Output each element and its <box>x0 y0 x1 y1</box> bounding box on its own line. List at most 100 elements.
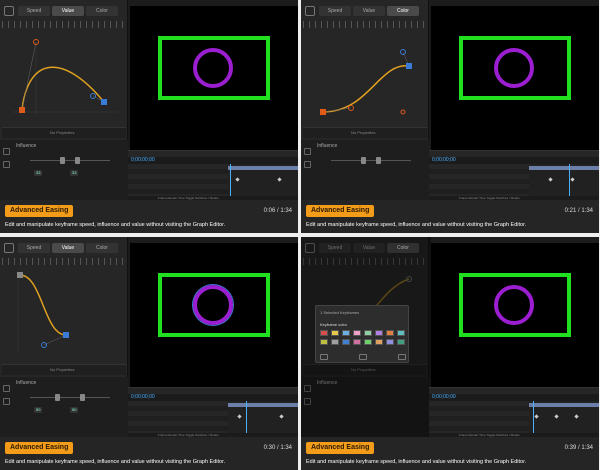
timeline-panel: 0;00;00;00 Frame Render Time Toggle Swit… <box>128 150 298 200</box>
video-frame[interactable]: Speed Value Color No Properties Influenc… <box>0 237 298 437</box>
reset-icon[interactable] <box>320 354 328 360</box>
keyframe-track[interactable] <box>228 164 298 196</box>
influence-label: Influence <box>16 143 37 149</box>
pen-icon[interactable] <box>304 148 311 155</box>
video-frame[interactable]: Speed Value Color No Properties Influenc… <box>301 0 599 200</box>
side-icons <box>304 148 312 188</box>
timeline-timecode: 0;00;00;00 <box>432 157 456 163</box>
video-caption: Advanced Easing 0:06 / 1:34 Edit and man… <box>0 200 298 233</box>
color-swatch[interactable] <box>375 339 383 345</box>
color-swatch[interactable] <box>320 339 328 345</box>
playhead[interactable] <box>569 164 570 196</box>
video-card-4[interactable]: Speed Value Color No Properties Influenc… <box>301 237 599 470</box>
easing-graph[interactable] <box>8 269 120 355</box>
purple-ring-layer <box>193 48 233 88</box>
timeline-timecode: 0;00;00;00 <box>131 157 155 163</box>
color-swatch[interactable] <box>386 339 394 345</box>
stack-icon[interactable] <box>3 398 10 405</box>
influence-panel: Influence <box>301 140 429 200</box>
graph-toolbar: No Properties <box>2 127 126 138</box>
composition-viewer <box>130 243 298 387</box>
feature-description: Edit and manipulate keyframe speed, infl… <box>306 222 527 228</box>
influence-out-field[interactable]: 50 <box>70 407 79 413</box>
keyframe-color-popup[interactable]: 1 Selected Keyframes Keyframe color <box>315 305 409 363</box>
stack-icon[interactable] <box>3 161 10 168</box>
tab-speed[interactable]: Speed <box>18 243 50 253</box>
graph-ruler <box>2 21 126 28</box>
timeline-panel: 0;00;00;00 Frame Render Time Toggle Swit… <box>429 387 599 437</box>
video-caption: Advanced Easing 0:21 / 1:34 Edit and man… <box>301 200 599 233</box>
color-swatch[interactable] <box>364 339 372 345</box>
color-swatch[interactable] <box>375 330 383 336</box>
side-icons <box>3 148 11 188</box>
pen-icon[interactable] <box>3 148 10 155</box>
pen-icon[interactable] <box>3 385 10 392</box>
video-frame[interactable]: Speed Value Color No Properties Influenc… <box>301 237 599 437</box>
influence-out-field[interactable]: 33 <box>70 170 79 176</box>
video-card-3[interactable]: Speed Value Color No Properties Influenc… <box>0 237 298 470</box>
keyframe-track[interactable] <box>529 164 599 196</box>
influence-panel: Influence 33 33 <box>0 140 128 200</box>
color-swatch[interactable] <box>342 339 350 345</box>
color-swatch[interactable] <box>397 330 405 336</box>
easing-panel: Speed Value Color No Properties Influenc… <box>0 0 128 200</box>
layer-list[interactable] <box>429 401 529 433</box>
video-caption: Advanced Easing 0:39 / 1:34 Edit and man… <box>301 437 599 470</box>
graph-toolbar: No Properties <box>303 127 427 138</box>
feature-badge[interactable]: Advanced Easing <box>5 205 74 217</box>
color-swatch[interactable] <box>331 330 339 336</box>
color-swatch[interactable] <box>353 339 361 345</box>
influence-slider[interactable] <box>30 156 110 164</box>
tab-color[interactable]: Color <box>86 6 118 16</box>
influence-slider[interactable] <box>331 156 411 164</box>
keyframe-icon[interactable] <box>359 354 367 360</box>
color-swatch[interactable] <box>331 339 339 345</box>
tab-color[interactable]: Color <box>387 6 419 16</box>
composition-viewer <box>130 6 298 150</box>
apply-icon[interactable] <box>398 354 406 360</box>
influence-in-field[interactable]: 33 <box>34 170 43 176</box>
influence-slider[interactable] <box>30 393 110 401</box>
color-swatch-grid <box>320 330 408 345</box>
color-swatch[interactable] <box>364 330 372 336</box>
video-frame[interactable]: Speed Value Color No Properties Influenc… <box>0 0 298 200</box>
easing-graph[interactable] <box>8 32 120 118</box>
tab-speed[interactable]: Speed <box>319 6 351 16</box>
timeline-panel: 0;00;00;00 Frame Render Time Toggle Swit… <box>128 387 298 437</box>
tutorial-grid: Speed Value Color No Properties Influenc… <box>0 0 600 470</box>
layer-list[interactable] <box>128 164 228 196</box>
stack-icon[interactable] <box>304 161 311 168</box>
playhead[interactable] <box>230 164 231 196</box>
color-swatch[interactable] <box>397 339 405 345</box>
video-card-1[interactable]: Speed Value Color No Properties Influenc… <box>0 0 298 233</box>
tab-color[interactable]: Color <box>86 243 118 253</box>
feature-badge[interactable]: Advanced Easing <box>306 442 375 454</box>
video-time: 0:21 / 1:34 <box>564 208 593 214</box>
feature-badge[interactable]: Advanced Easing <box>5 442 74 454</box>
color-swatch[interactable] <box>386 330 394 336</box>
tab-value[interactable]: Value <box>353 6 385 16</box>
playhead[interactable] <box>246 401 247 433</box>
timeline-panel: 0;00;00;00 Frame Render Time Toggle Swit… <box>429 150 599 200</box>
purple-ring-layer <box>494 48 534 88</box>
purple-ring-layer <box>193 285 233 325</box>
color-swatch[interactable] <box>320 330 328 336</box>
color-swatch[interactable] <box>342 330 350 336</box>
timeline-timecode: 0;00;00;00 <box>131 394 155 400</box>
playhead[interactable] <box>533 401 534 433</box>
video-card-2[interactable]: Speed Value Color No Properties Influenc… <box>301 0 599 233</box>
tab-value[interactable]: Value <box>52 243 84 253</box>
layer-list[interactable] <box>429 164 529 196</box>
composition-viewer <box>431 6 599 150</box>
feature-badge[interactable]: Advanced Easing <box>306 205 375 217</box>
keyframe-track[interactable] <box>529 401 599 433</box>
layer-list[interactable] <box>128 401 228 433</box>
influence-in-field[interactable]: 50 <box>34 407 43 413</box>
easing-graph[interactable] <box>309 32 421 118</box>
tab-value[interactable]: Value <box>52 6 84 16</box>
color-swatch[interactable] <box>353 330 361 336</box>
keyframe-track[interactable] <box>228 401 298 433</box>
tab-speed[interactable]: Speed <box>18 6 50 16</box>
panel-tabs: Speed Value Color <box>0 243 128 255</box>
selected-keyframes-label: 1 Selected Keyframes <box>320 310 360 315</box>
